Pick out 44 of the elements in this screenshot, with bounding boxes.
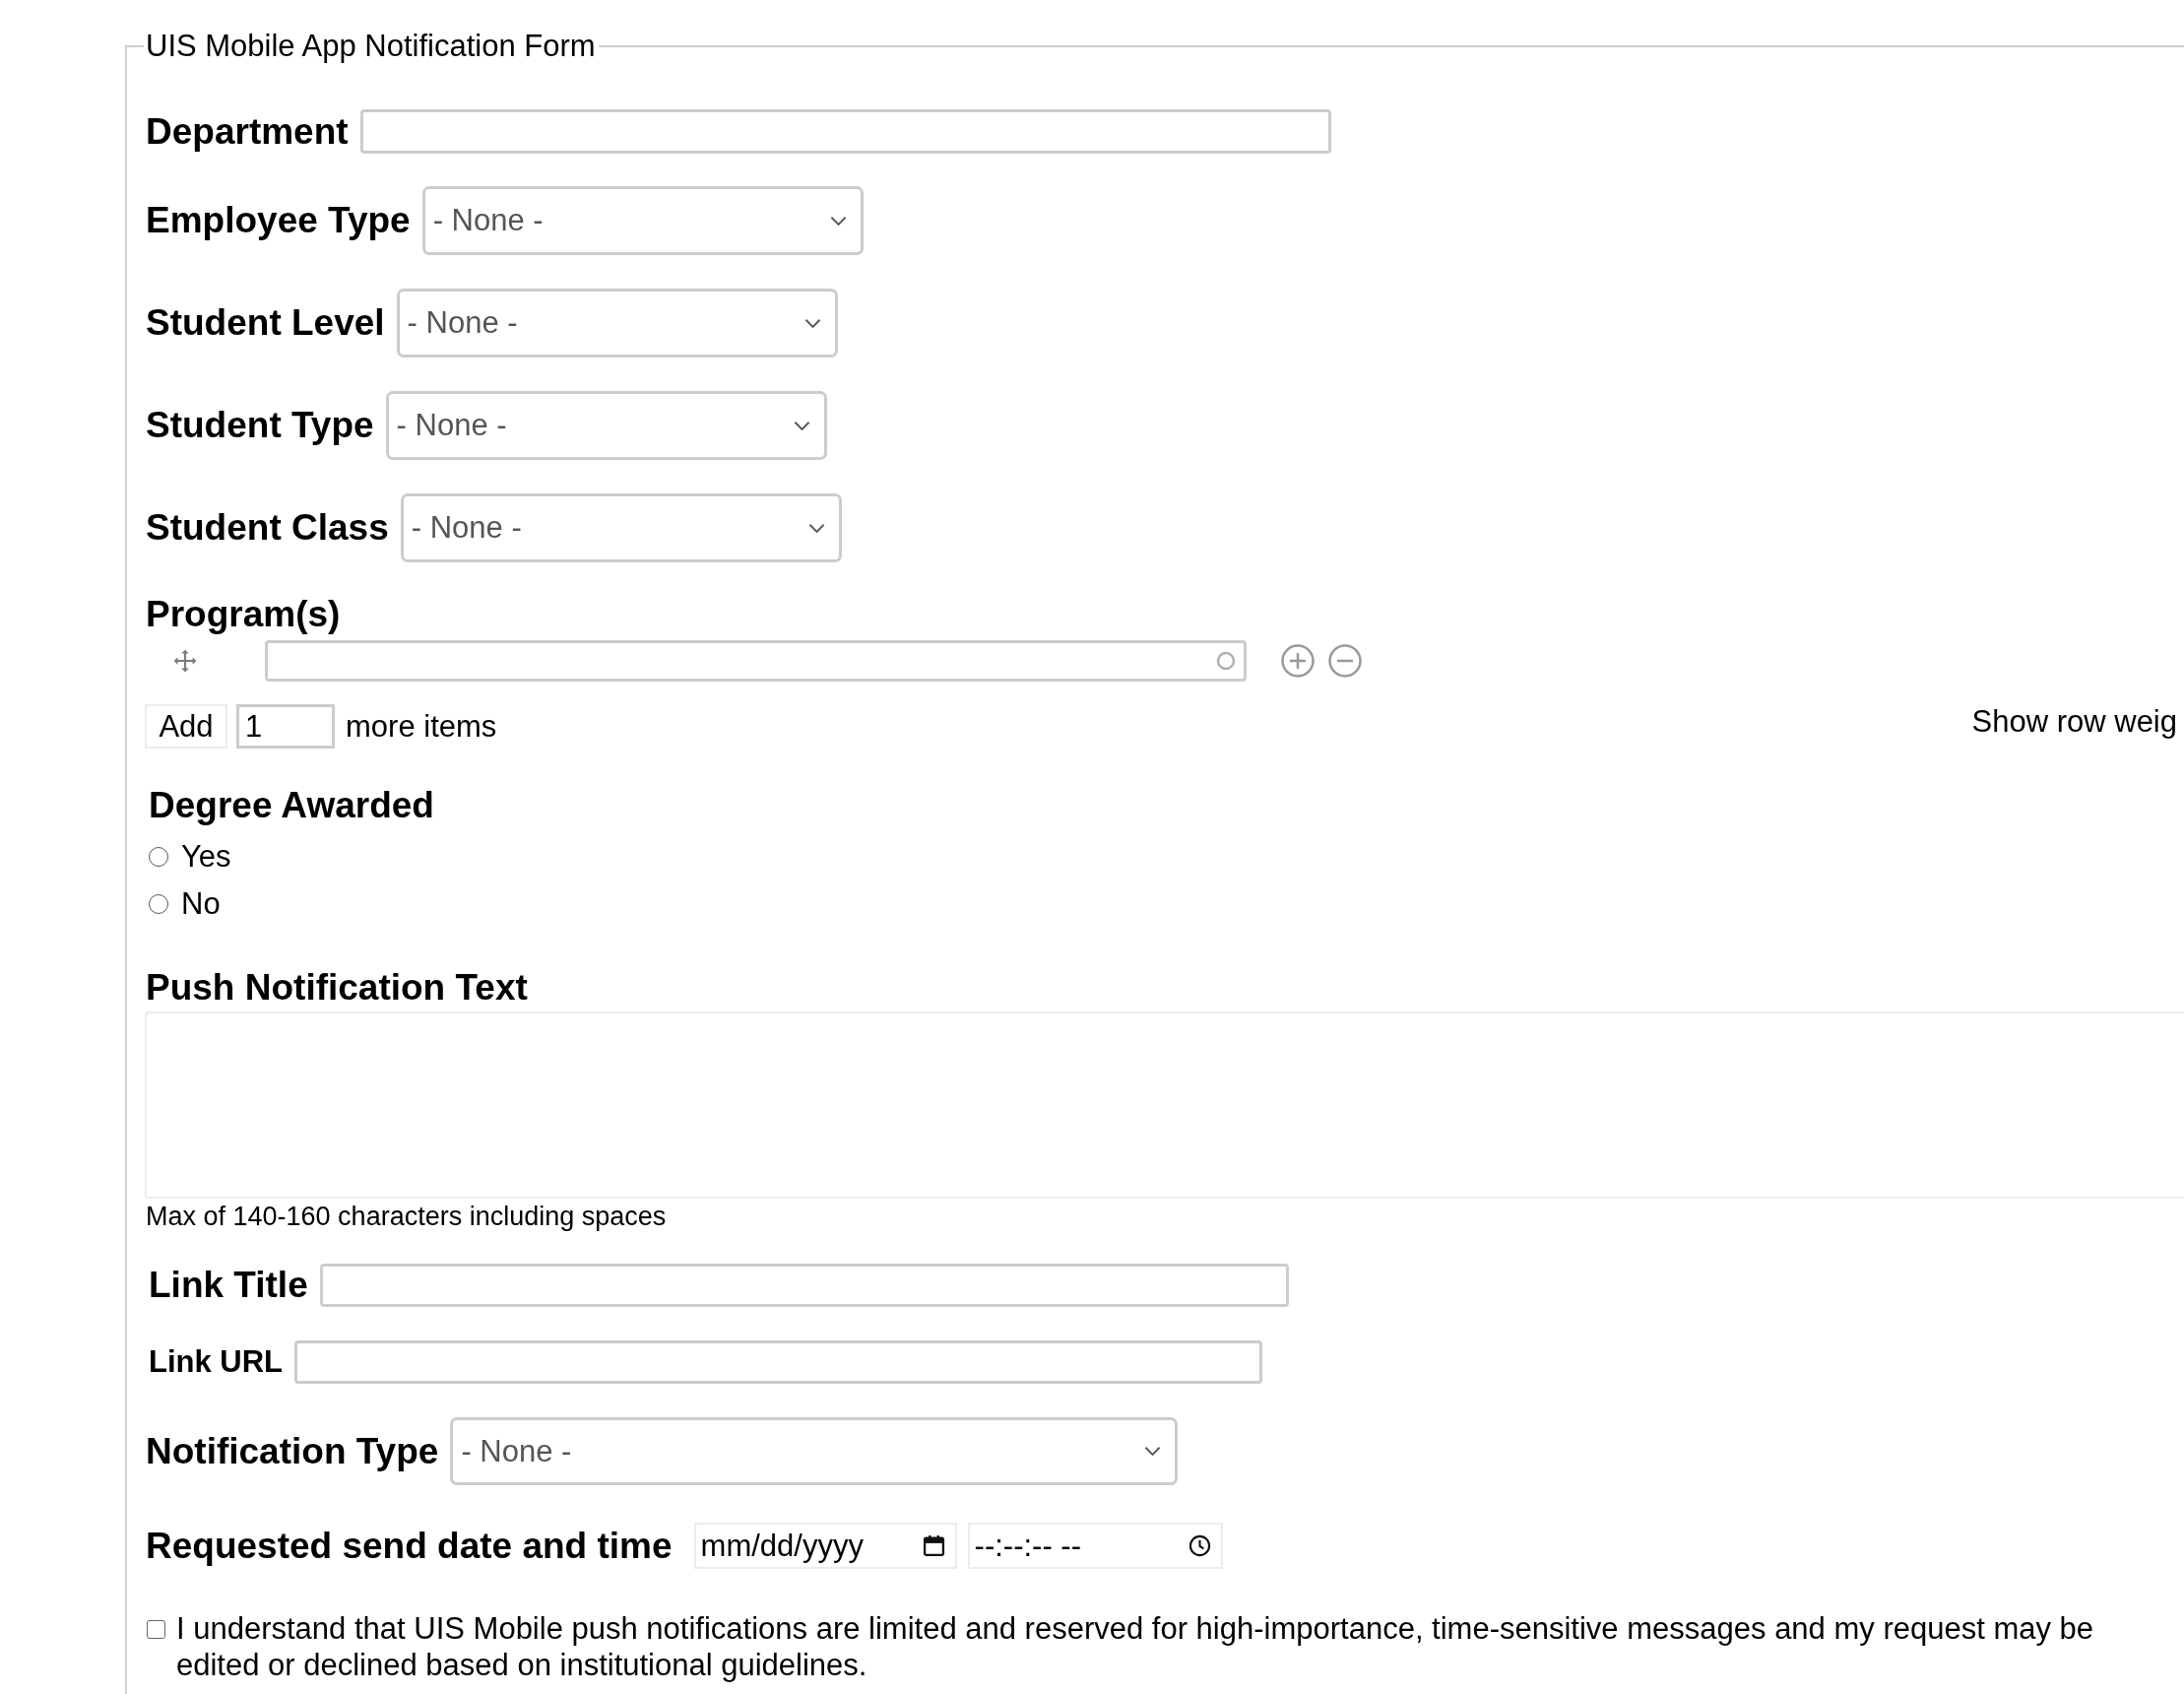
department-field[interactable] xyxy=(359,109,1331,154)
chevron-down-icon xyxy=(803,317,821,329)
date-field[interactable]: mm/dd/yyyy xyxy=(693,1523,957,1569)
help-text: Max of 140-160 characters including spaces xyxy=(146,1202,667,1231)
radio-label: Yes xyxy=(181,839,231,875)
field-label: Notification Type xyxy=(146,1430,439,1472)
circle-icon xyxy=(1216,651,1236,671)
dropdown-select[interactable]: - None - xyxy=(421,186,864,255)
field-label: Student Class xyxy=(146,507,389,549)
link-title-field[interactable] xyxy=(319,1264,1289,1307)
plus-circle-icon[interactable] xyxy=(1281,644,1315,678)
dropdown-select[interactable]: - None - xyxy=(400,493,842,562)
dropdown-select[interactable]: - None - xyxy=(396,289,838,358)
field-label: Link URL xyxy=(149,1343,284,1381)
minus-circle-icon[interactable] xyxy=(1328,644,1362,678)
program-field[interactable] xyxy=(265,640,1247,682)
radio-label: No xyxy=(181,886,221,922)
row-weights-link[interactable]: Show row weig xyxy=(1971,699,2177,744)
chevron-down-icon xyxy=(829,215,847,227)
field-label: Student Level xyxy=(146,302,385,344)
field-label: Requested send date and time xyxy=(146,1525,673,1567)
count-field[interactable]: 1 xyxy=(236,704,335,749)
chevron-down-icon xyxy=(807,522,825,534)
link-url-field[interactable] xyxy=(294,1340,1263,1384)
more-items-text: more items xyxy=(346,708,497,745)
field-label: Student Type xyxy=(146,405,374,446)
chevron-down-icon xyxy=(793,420,810,431)
add-button[interactable]: Add xyxy=(145,704,227,749)
checkbox[interactable] xyxy=(147,1620,165,1639)
field-label: Link Title xyxy=(149,1265,308,1306)
field-label: Program(s) xyxy=(146,594,341,634)
time-field[interactable]: --:--:-- -- xyxy=(967,1523,1223,1569)
acknowledgement-text: I understand that UIS Mobile push notifications are limited and reserved for high-importance, time-sensitive messages and my request may be edited or declined based on institutional guidelines. xyxy=(176,1610,2095,1683)
chevron-down-icon xyxy=(1144,1446,1162,1457)
field-label: Employee Type xyxy=(146,200,411,241)
field-label: Department xyxy=(146,110,349,153)
dropdown-select[interactable]: - None - xyxy=(385,391,827,460)
form-title: UIS Mobile App Notification Form xyxy=(145,29,597,64)
move-handle-icon[interactable] xyxy=(172,648,198,674)
clock-icon[interactable] xyxy=(1188,1534,1211,1557)
field-label: Push Notification Text xyxy=(146,967,528,1008)
dropdown-select[interactable]: - None - xyxy=(450,1417,1179,1485)
calendar-icon[interactable] xyxy=(922,1534,945,1557)
field-label: Degree Awarded xyxy=(149,785,434,825)
